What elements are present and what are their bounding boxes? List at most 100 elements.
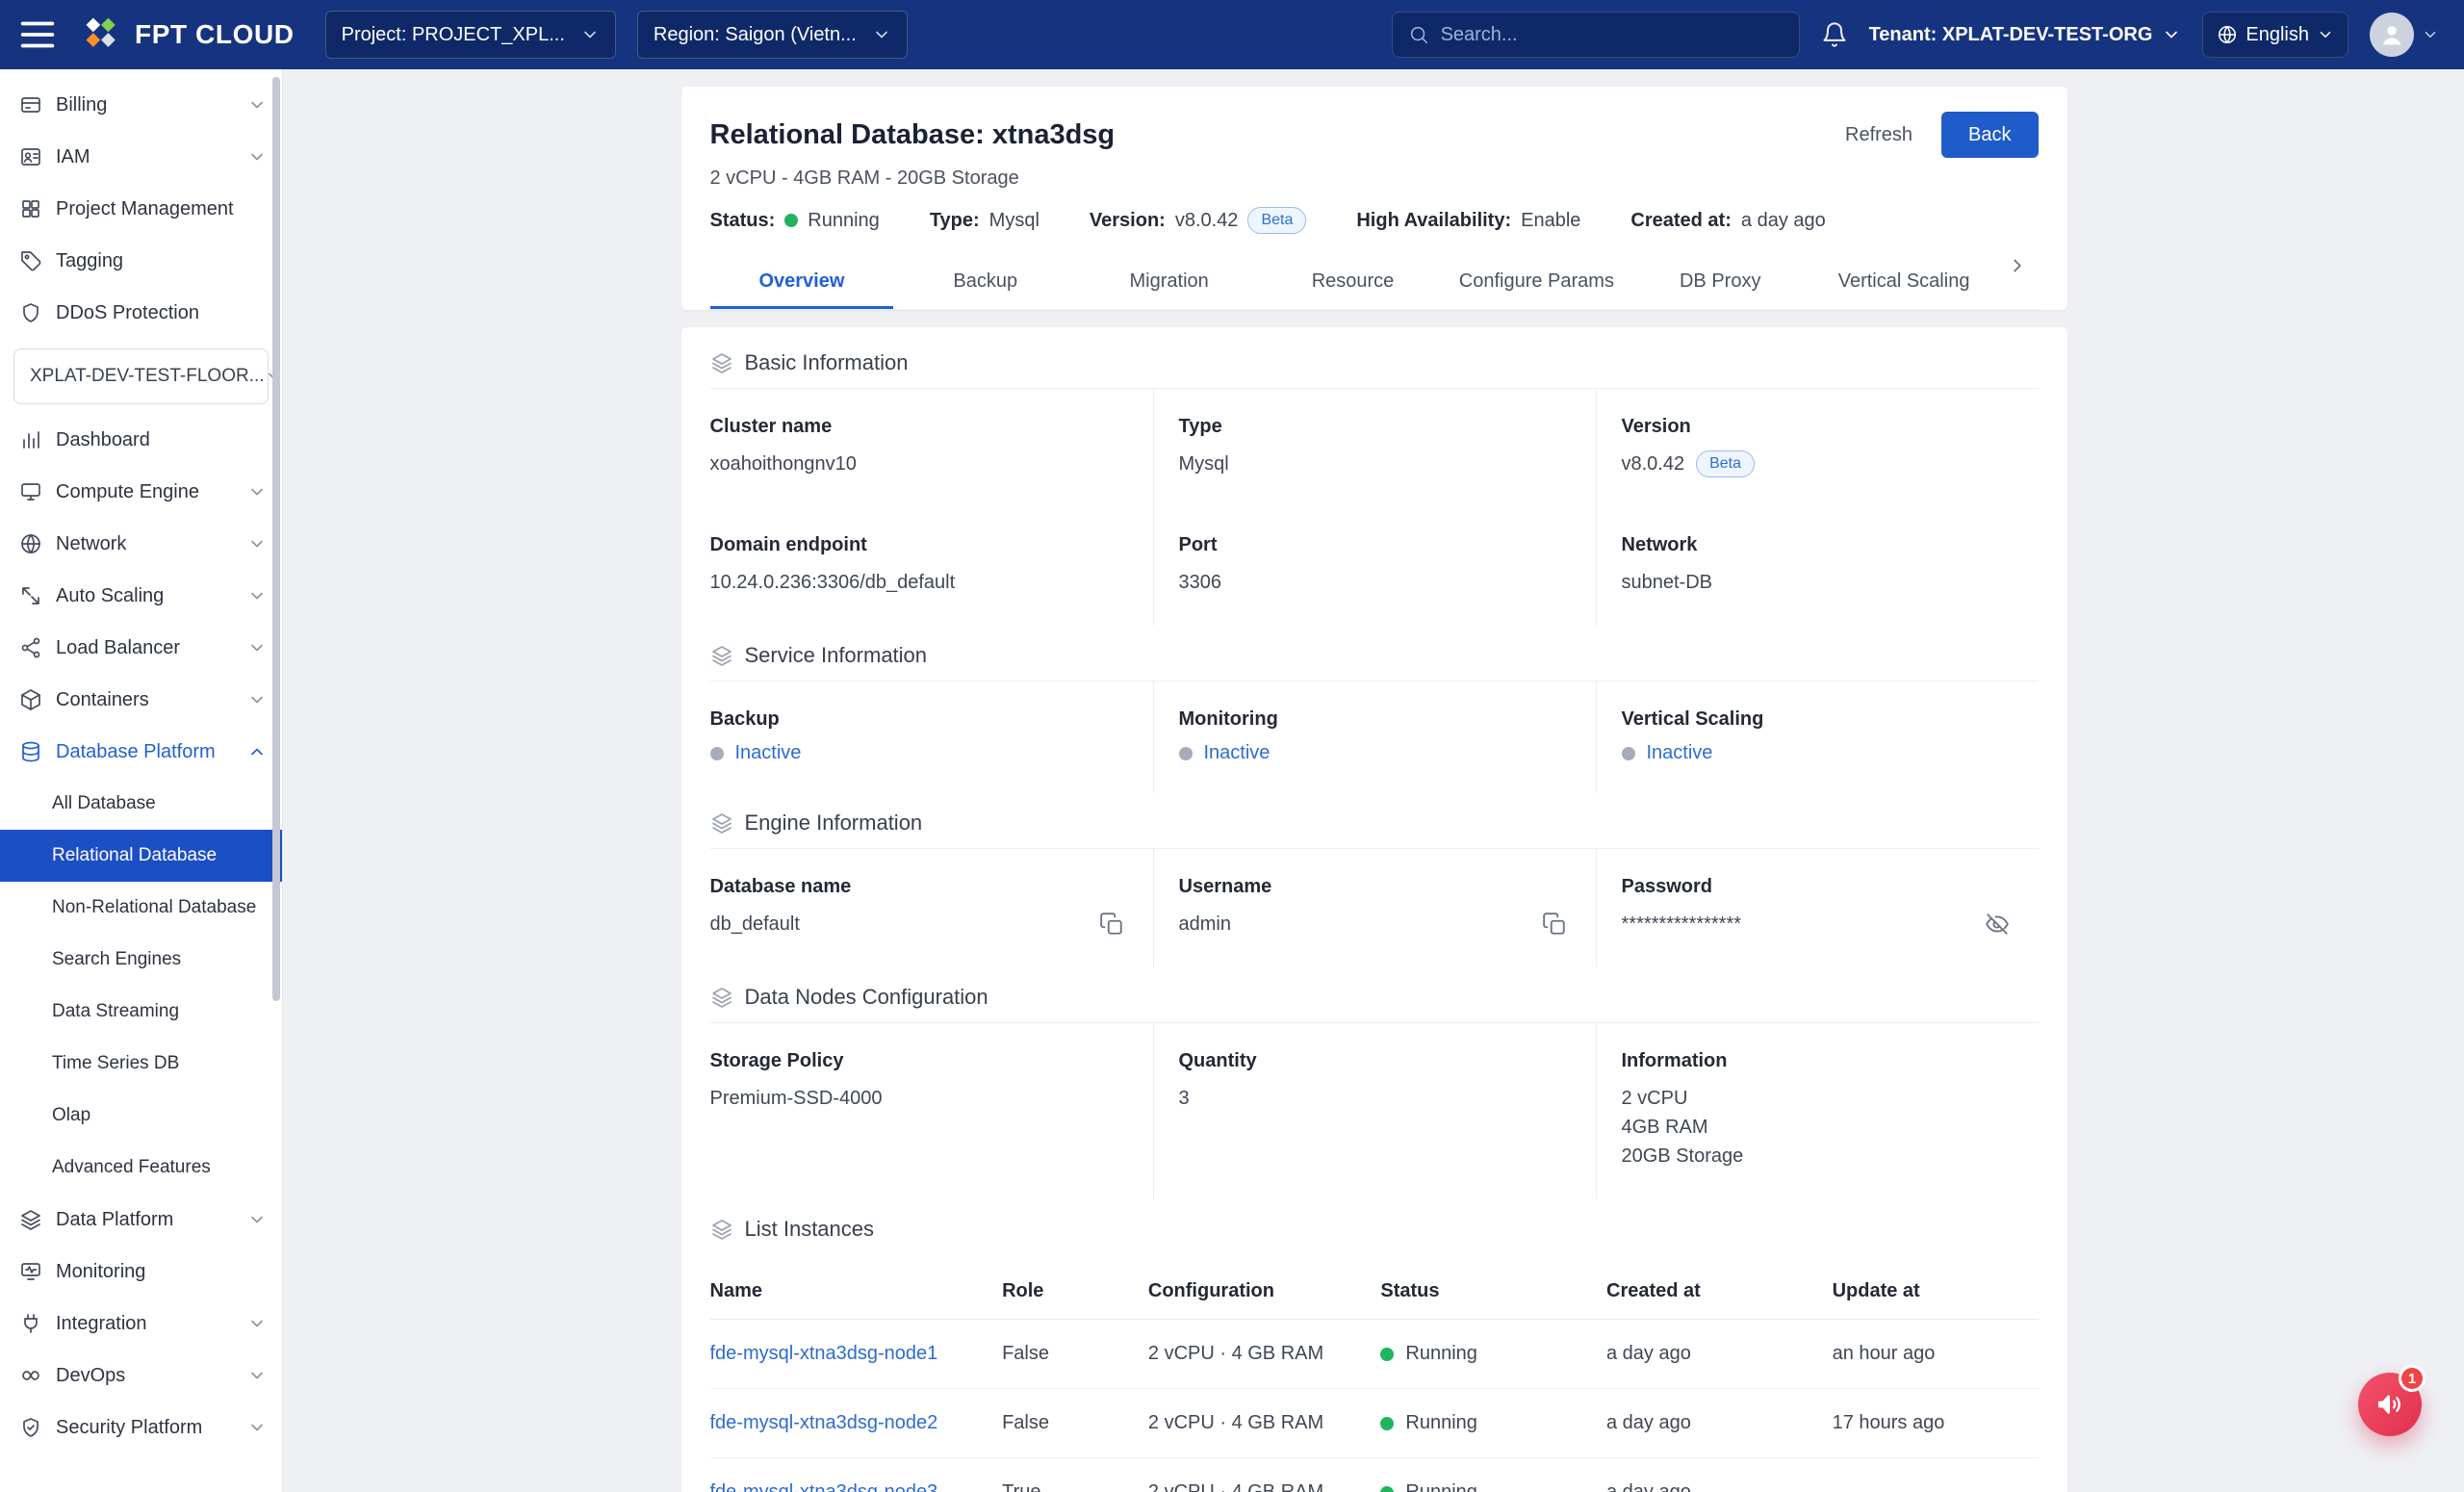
layers-icon [710,811,733,835]
instances-table: Name Role Configuration Status Created a… [710,1264,2039,1492]
sidebar-item-devops[interactable]: DevOps [0,1350,282,1402]
layers-icon [710,986,733,1009]
tab-resource[interactable]: Resource [1261,255,1445,309]
language-select[interactable]: English [2202,12,2348,58]
floor-select[interactable]: XPLAT-DEV-TEST-FLOOR... [13,348,269,404]
main-content: Relational Database: xtna3dsg Refresh Ba… [284,69,2464,1492]
sidebar-scrollbar-thumb[interactable] [272,77,280,1001]
tab-migration[interactable]: Migration [1077,255,1261,309]
user-menu[interactable] [2370,13,2439,57]
page-subtitle: 2 vCPU - 4GB RAM - 20GB Storage [710,167,2039,190]
section-basic-information: Basic Information Cluster name xoahoitho… [710,333,2039,626]
sidebar-subitem-relational-database[interactable]: Relational Database [0,830,282,882]
copy-icon[interactable] [1542,912,1567,937]
menu-icon[interactable] [15,13,60,57]
instance-name-link[interactable]: fde-mysql-xtna3dsg-node3 [710,1481,938,1492]
tab-vertical-scaling[interactable]: Vertical Scaling [1812,255,1996,309]
tenant-menu[interactable]: Tenant: XPLAT-DEV-TEST-ORG [1869,24,2182,46]
sidebar-item-database-platform[interactable]: Database Platform [0,726,282,778]
user-icon [2378,21,2405,48]
database-submenu: All Database Relational Database Non-Rel… [0,778,282,1194]
inactive-status-link[interactable]: Inactive [1647,742,1713,764]
bell-icon[interactable] [1821,21,1848,48]
layers-icon [710,644,733,667]
eye-off-icon[interactable] [1985,912,2010,937]
sidebar-item-data-platform[interactable]: Data Platform [0,1194,282,1246]
beta-badge: Beta [1247,207,1306,234]
search-icon [1408,24,1429,45]
column-header: Status [1380,1280,1606,1302]
iam-icon [19,145,42,168]
chevron-down-icon [872,25,891,44]
chevron-down-icon [2317,26,2334,43]
chevron-down-icon [247,482,267,502]
sidebar-item-billing[interactable]: Billing [0,79,282,131]
announcements-fab[interactable]: 1 [2358,1373,2422,1436]
sidebar-subitem-data-streaming[interactable]: Data Streaming [0,986,282,1038]
sidebar-subitem-advanced-features[interactable]: Advanced Features [0,1142,282,1194]
sidebar-subitem-olap[interactable]: Olap [0,1090,282,1142]
info-cell-storage-policy: Storage Policy Premium-SSD-4000 [710,1023,1153,1199]
sidebar-subitem-non-relational-database[interactable]: Non-Relational Database [0,882,282,934]
notification-badge: 1 [2399,1365,2426,1392]
sidebar-subitem-search-engines[interactable]: Search Engines [0,934,282,986]
sidebar-item-project-management[interactable]: Project Management [0,183,282,235]
tabs-scroll-right-button[interactable] [1996,255,2039,276]
instance-status: Running [1405,1412,1477,1434]
instance-update-at: an hour ago [1833,1343,1936,1365]
inactive-status-link[interactable]: Inactive [735,742,802,764]
instance-created-at: a day ago [1606,1412,1691,1434]
info-cell-vertical-scaling: Vertical Scaling Inactive [1596,682,2039,793]
page-header-card: Relational Database: xtna3dsg Refresh Ba… [681,87,2067,310]
instance-update-at: 17 hours ago [1833,1412,1945,1434]
sidebar-item-security-platform[interactable]: Security Platform [0,1402,282,1453]
inactive-status-link[interactable]: Inactive [1204,742,1270,764]
chevron-down-icon [247,95,267,115]
instance-configuration: 2 vCPU · 4 GB RAM [1148,1412,1323,1434]
megaphone-icon [2374,1389,2405,1420]
sidebar-item-integration[interactable]: Integration [0,1298,282,1350]
sidebar-item-tagging[interactable]: Tagging [0,235,282,287]
sidebar-item-compute-engine[interactable]: Compute Engine [0,466,282,518]
devops-icon [19,1364,42,1387]
running-status-dot [1380,1417,1394,1430]
beta-badge: Beta [1696,450,1755,477]
tab-configure-params[interactable]: Configure Params [1445,255,1629,309]
instance-name-link[interactable]: fde-mysql-xtna3dsg-node1 [710,1343,938,1365]
fpt-cloud-logo[interactable]: FPT CLOUD [81,13,295,56]
chevron-down-icon [580,25,600,44]
logo-mark-icon [81,13,123,56]
sidebar-item-iam[interactable]: IAM [0,131,282,183]
instance-created-at: a day ago [1606,1481,1691,1492]
instances-table-header: Name Role Configuration Status Created a… [710,1264,2039,1320]
sidebar-item-auto-scaling[interactable]: Auto Scaling [0,570,282,622]
search-input[interactable] [1441,24,1784,46]
table-row: fde-mysql-xtna3dsg-node2 False 2 vCPU · … [710,1389,2039,1458]
sidebar-item-load-balancer[interactable]: Load Balancer [0,622,282,674]
info-cell-quantity: Quantity 3 [1153,1023,1596,1199]
back-button[interactable]: Back [1941,112,2038,158]
sidebar-item-ddos-protection[interactable]: DDoS Protection [0,287,282,339]
project-select[interactable]: Project: PROJECT_XPL... [325,11,616,59]
sidebar-item-containers[interactable]: Containers [0,674,282,726]
sidebar-item-network[interactable]: Network [0,518,282,570]
sidebar-subitem-all-database[interactable]: All Database [0,778,282,830]
section-data-nodes-configuration: Data Nodes Configuration Storage Policy … [710,967,2039,1199]
chevron-down-icon [2422,26,2439,43]
tab-db-proxy[interactable]: DB Proxy [1629,255,1812,309]
instance-name-link[interactable]: fde-mysql-xtna3dsg-node2 [710,1412,938,1434]
tab-backup[interactable]: Backup [893,255,1077,309]
tab-overview[interactable]: Overview [710,255,894,309]
copy-icon[interactable] [1099,912,1124,937]
instance-role: False [1002,1412,1049,1434]
integration-icon [19,1312,42,1335]
sidebar-subitem-time-series-db[interactable]: Time Series DB [0,1038,282,1090]
sidebar-item-monitoring[interactable]: Monitoring [0,1246,282,1298]
status-item-created-at: Created at: a day ago [1630,210,1825,232]
sidebar-item-dashboard[interactable]: Dashboard [0,414,282,466]
instance-role: False [1002,1343,1049,1365]
region-select[interactable]: Region: Saigon (Vietn... [637,11,908,59]
engine-information-grid: Database name db_default Username admin [710,849,2039,967]
table-row: fde-mysql-xtna3dsg-node1 False 2 vCPU · … [710,1320,2039,1389]
refresh-button[interactable]: Refresh [1845,124,1912,146]
